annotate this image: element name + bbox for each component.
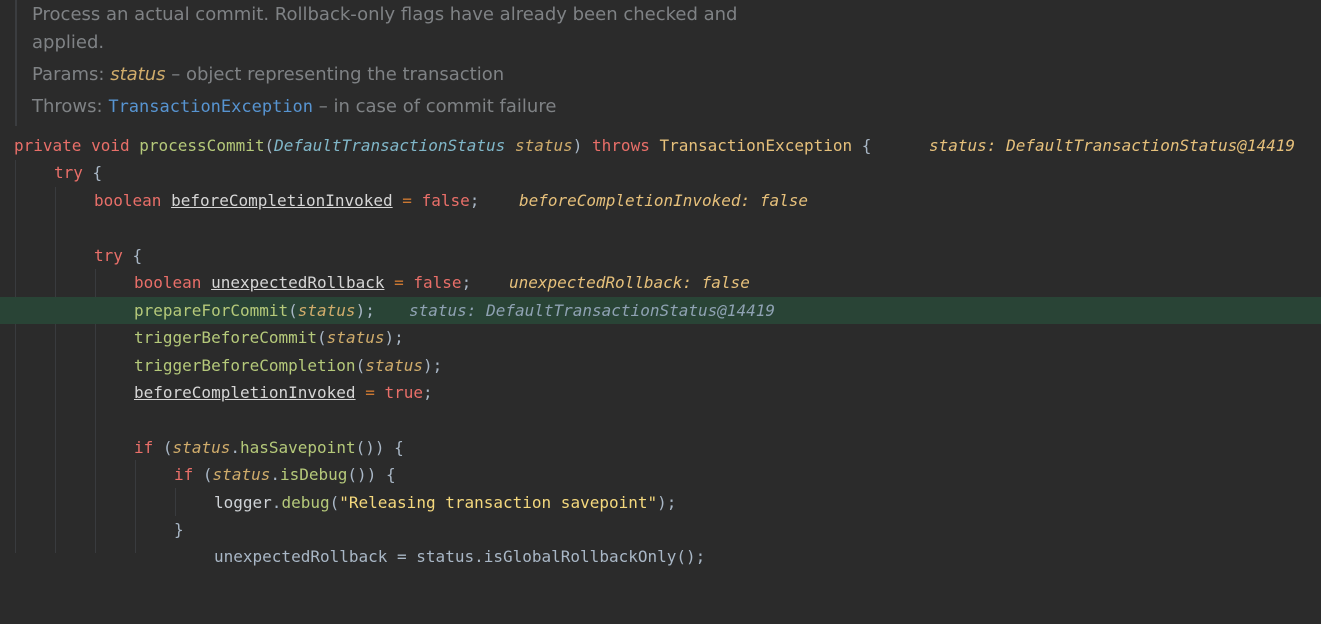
javadoc-description-line1: Process an actual commit. Rollback-only …	[32, 4, 738, 25]
variable-before-completion-invoked: beforeCompletionInvoked	[134, 383, 356, 402]
exception-type: TransactionException	[659, 136, 853, 155]
param-name: status	[514, 136, 573, 155]
call-prepare-for-commit: prepareForCommit	[134, 301, 289, 320]
code-line-trigger-completion: triggerBeforeCompletion(status);	[134, 356, 443, 375]
partial-code-text: unexpectedRollback = status.isGlobalRoll…	[214, 547, 706, 566]
arg-status: status	[326, 328, 385, 347]
throws-label: Throws:	[32, 96, 103, 117]
code-line-execution-point: prepareForCommit(status); status: Defaul…	[0, 297, 1321, 324]
code-line-inner-try: try {	[94, 246, 143, 265]
javadoc-throws: Throws: TransactionException – in case o…	[32, 96, 556, 117]
call-is-debug: isDebug	[279, 465, 348, 484]
inline-debug-hint: beforeCompletionInvoked: false	[519, 191, 808, 210]
field-logger: logger	[214, 493, 272, 512]
arg-status: status	[365, 356, 423, 375]
arg-status: status	[212, 465, 271, 484]
throws-description: – in case of commit failure	[313, 96, 557, 117]
variable-unexpected-rollback: unexpectedRollback	[211, 273, 385, 292]
throws-type-link[interactable]: TransactionException	[108, 97, 313, 117]
code-line-close-brace: }	[174, 520, 184, 539]
code-line-bci-decl: boolean beforeCompletionInvoked = false;…	[0, 187, 1321, 214]
literal-false: false	[413, 273, 462, 292]
code-line-signature: private void processCommit(DefaultTransa…	[0, 132, 1321, 159]
param-type: DefaultTransactionStatus	[274, 136, 506, 155]
params-description: – object representing the transaction	[165, 64, 505, 85]
keyword-if: if	[134, 438, 154, 457]
keyword-private: private	[14, 136, 82, 155]
javadoc-params: Params: status – object representing the…	[32, 64, 504, 85]
params-label: Params:	[32, 64, 105, 85]
inline-debug-hint: status: DefaultTransactionStatus@14419	[409, 301, 776, 320]
call-debug: debug	[281, 493, 330, 512]
code-line-trigger-commit: triggerBeforeCommit(status);	[134, 328, 404, 347]
call-trigger-before-completion: triggerBeforeCompletion	[134, 356, 356, 375]
keyword-try: try	[94, 246, 123, 265]
javadoc-description-line2: applied.	[32, 32, 105, 53]
method-name: processCommit	[139, 136, 265, 155]
inline-debug-hint: unexpectedRollback: false	[509, 273, 750, 292]
string-literal: "Releasing transaction savepoint"	[339, 493, 658, 512]
keyword-boolean: boolean	[94, 191, 162, 210]
params-name: status	[110, 64, 166, 85]
call-trigger-before-commit: triggerBeforeCommit	[134, 328, 318, 347]
code-line-ur-decl: boolean unexpectedRollback = false; unex…	[0, 269, 1321, 296]
code-line-if-savepoint: if (status.hasSavepoint()) {	[134, 438, 404, 457]
literal-false: false	[421, 191, 470, 210]
arg-status: status	[297, 301, 356, 320]
code-line-logger: logger.debug("Releasing transaction save…	[214, 493, 677, 512]
call-has-savepoint: hasSavepoint	[239, 438, 356, 457]
keyword-try: try	[54, 163, 83, 182]
inline-debug-hint: status: DefaultTransactionStatus@14419	[929, 136, 1296, 155]
keyword-boolean: boolean	[134, 273, 202, 292]
code-line-bci-assign: beforeCompletionInvoked = true;	[134, 383, 433, 402]
code-line-try: try {	[54, 163, 103, 182]
javadoc-border	[15, 0, 17, 126]
keyword-throws: throws	[592, 136, 650, 155]
code-line-partial: unexpectedRollback = status.isGlobalRoll…	[0, 543, 1321, 570]
variable-before-completion-invoked: beforeCompletionInvoked	[171, 191, 393, 210]
literal-true: true	[384, 383, 424, 402]
code-line-if-debug: if (status.isDebug()) {	[174, 465, 396, 484]
javadoc-panel: Process an actual commit. Rollback-only …	[0, 0, 1321, 126]
keyword-if: if	[174, 465, 194, 484]
keyword-void: void	[91, 136, 130, 155]
arg-status: status	[172, 438, 231, 457]
